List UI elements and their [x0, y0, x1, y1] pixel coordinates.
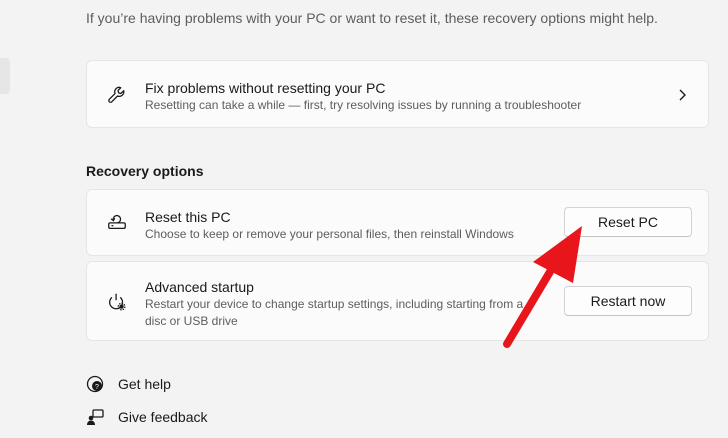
nav-selection-indicator — [0, 58, 10, 94]
chevron-right-icon — [679, 89, 686, 101]
help-icon: ? — [86, 375, 104, 393]
feedback-icon — [86, 408, 104, 426]
restart-now-button[interactable]: Restart now — [564, 286, 692, 316]
fix-problems-card[interactable]: Fix problems without resetting your PC R… — [86, 60, 709, 128]
reset-pc-title: Reset this PC — [145, 209, 231, 225]
reset-pc-button[interactable]: Reset PC — [564, 207, 692, 237]
fix-problems-description: Resetting can take a while — first, try … — [145, 98, 582, 112]
wrench-icon — [105, 83, 129, 107]
fix-problems-title: Fix problems without resetting your PC — [145, 80, 386, 96]
give-feedback-link[interactable]: Give feedback — [86, 408, 208, 426]
advanced-startup-description-line2: disc or USB drive — [145, 314, 238, 328]
svg-text:?: ? — [95, 384, 99, 391]
recovery-options-heading: Recovery options — [86, 163, 204, 179]
advanced-startup-description-line1: Restart your device to change startup se… — [145, 297, 524, 311]
reset-pc-icon — [105, 210, 129, 234]
give-feedback-label: Give feedback — [118, 409, 208, 425]
advanced-startup-title: Advanced startup — [145, 279, 254, 295]
intro-text: If you’re having problems with your PC o… — [86, 10, 658, 26]
reset-pc-card: Reset this PC Choose to keep or remove y… — [86, 189, 709, 256]
get-help-label: Get help — [118, 376, 171, 392]
get-help-link[interactable]: ? Get help — [86, 375, 171, 393]
reset-pc-description: Choose to keep or remove your personal f… — [145, 227, 514, 241]
advanced-startup-icon — [105, 290, 129, 314]
advanced-startup-card: Advanced startup Restart your device to … — [86, 261, 709, 341]
